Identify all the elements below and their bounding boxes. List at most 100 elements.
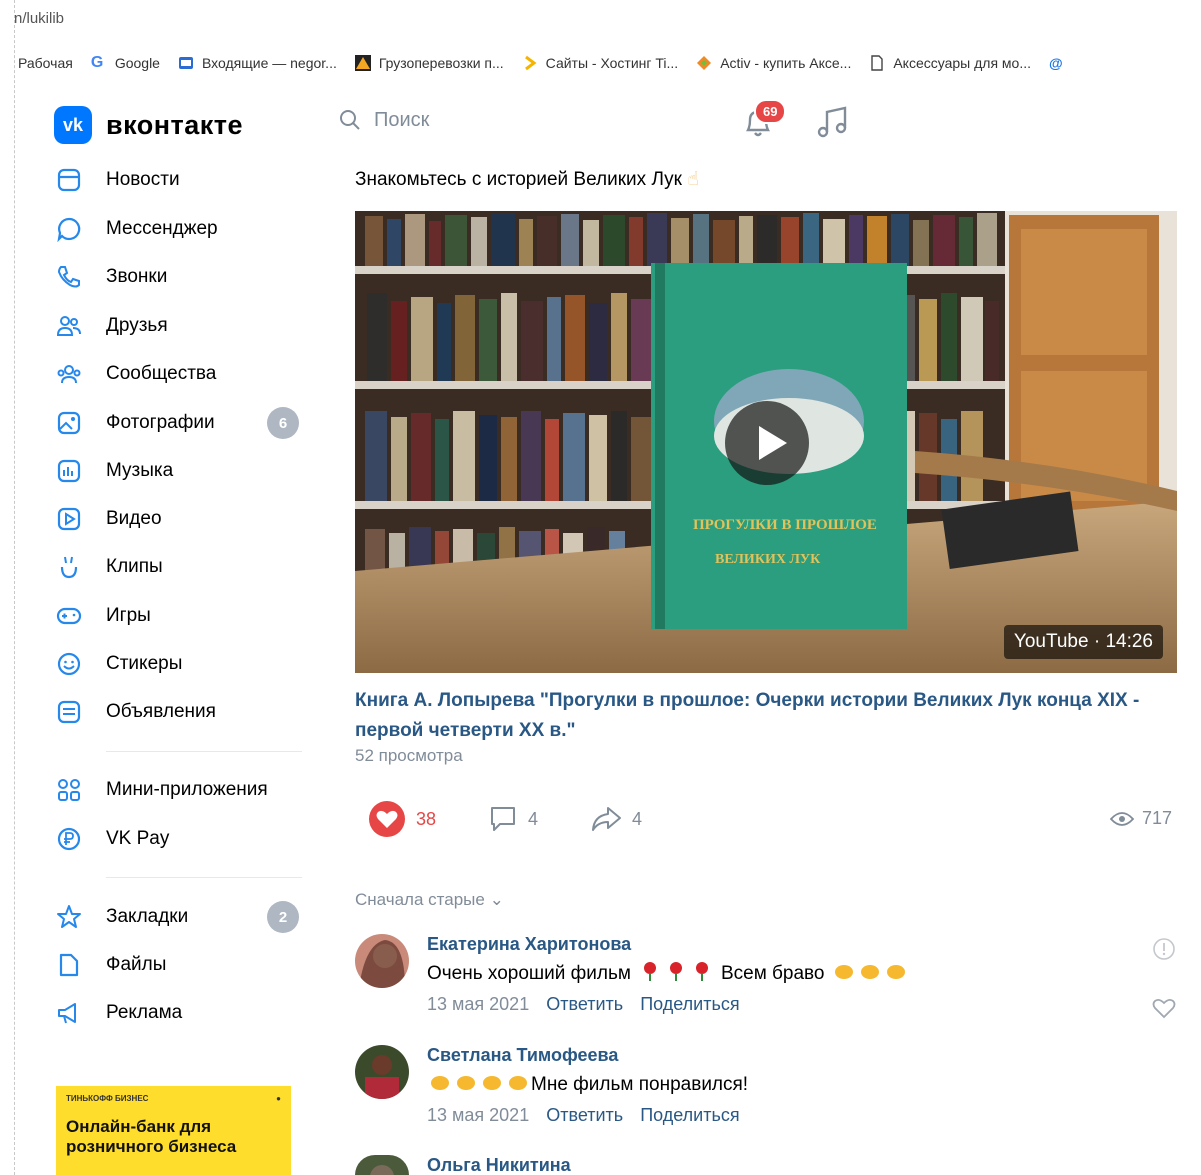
clips-icon xyxy=(54,552,84,582)
bookmark-label: Аксессуары для мо... xyxy=(893,55,1032,71)
rose-emoji-icon xyxy=(689,960,715,988)
play-icon xyxy=(759,426,787,460)
bookmark-more[interactable]: @ xyxy=(1049,55,1063,71)
megaphone-icon xyxy=(54,998,84,1028)
search-box[interactable]: Поиск xyxy=(338,108,429,132)
phone-icon xyxy=(54,262,84,292)
address-bar-text[interactable]: n/lukilib xyxy=(14,10,64,27)
comment-date: 13 мая 2021 xyxy=(427,994,530,1014)
sidebar-item-mini-apps[interactable]: Мини-приложения xyxy=(54,770,304,810)
comment-text: Очень хороший фильм Всем браво xyxy=(427,960,909,988)
like-count: 38 xyxy=(416,808,437,829)
music-note-icon[interactable] xyxy=(815,104,851,140)
sidebar-item-music[interactable]: Музыка xyxy=(54,451,304,491)
bookmark-mail[interactable]: Входящие — negor... xyxy=(178,55,337,71)
view-count: 717 xyxy=(1142,808,1173,828)
mail-icon xyxy=(178,57,193,69)
comment-author[interactable]: Ольга Никитина xyxy=(427,1155,571,1175)
bookmark-accessories[interactable]: Аксессуары для мо... xyxy=(869,55,1031,71)
sidebar-item-files[interactable]: Файлы xyxy=(54,945,304,985)
comment-author[interactable]: Екатерина Харитонова xyxy=(427,934,631,955)
bookmark-label: Входящие — negor... xyxy=(201,55,337,71)
like-button[interactable]: 38 xyxy=(368,800,436,838)
comment-text-part: Всем браво xyxy=(720,963,825,984)
vk-logo-mark: vk xyxy=(54,106,92,144)
heart-outline-icon[interactable] xyxy=(1152,997,1176,1019)
comment-count: 4 xyxy=(528,808,539,829)
google-icon: G xyxy=(90,54,104,71)
rose-emoji-icon xyxy=(663,960,689,988)
photo-icon xyxy=(54,408,84,438)
gamepad-icon xyxy=(54,601,84,631)
sidebar-item-vk-pay[interactable]: VK Pay xyxy=(54,819,304,859)
eye-icon xyxy=(1110,811,1134,826)
comments-sort-dropdown[interactable]: Сначала старые ⌄ xyxy=(355,890,504,910)
ad-marker-icon: ● xyxy=(276,1094,281,1103)
share-link[interactable]: Поделиться xyxy=(640,1105,739,1125)
comment-meta: 13 мая 2021 Ответить Поделиться xyxy=(427,1105,740,1126)
clap-emoji-icon xyxy=(479,1071,505,1099)
smile-icon xyxy=(54,649,84,679)
post-views: 717 xyxy=(1110,808,1172,829)
sidebar-item-clips[interactable]: Клипы xyxy=(54,547,304,587)
sidebar-item-communities[interactable]: Сообщества xyxy=(54,354,304,394)
sidebar-item-messenger[interactable]: Мессенджер xyxy=(54,209,304,249)
clap-emoji-icon xyxy=(453,1071,479,1099)
sidebar-item-label: Игры xyxy=(106,605,151,626)
pointing-hand-emoji-icon: ☝ xyxy=(687,169,699,190)
sidebar-item-label: Фотографии xyxy=(106,412,215,433)
sidebar-item-games[interactable]: Игры xyxy=(54,596,304,636)
sidebar-item-label: Друзья xyxy=(106,315,168,336)
video-title-link[interactable]: Книга А. Лопырева "Прогулки в прошлое: О… xyxy=(355,686,1175,746)
comment-author[interactable]: Светлана Тимофеева xyxy=(427,1045,618,1066)
post-actions: 38 4 4 xyxy=(368,800,694,838)
sidebar-item-friends[interactable]: Друзья xyxy=(54,306,304,346)
sidebar-item-calls[interactable]: Звонки xyxy=(54,257,304,297)
sidebar-item-label: Стикеры xyxy=(106,653,183,674)
triangle-logo-icon xyxy=(354,55,371,71)
sidebar-item-ads[interactable]: Реклама xyxy=(54,993,304,1033)
sidebar-item-label: Файлы xyxy=(106,954,167,975)
bookmark-activ[interactable]: Activ - купить Аксе... xyxy=(696,55,851,71)
search-placeholder: Поиск xyxy=(374,108,430,131)
sidebar-item-video[interactable]: Видео xyxy=(54,499,304,539)
share-link[interactable]: Поделиться xyxy=(640,994,739,1014)
bookmark-workspace[interactable]: Рабочая xyxy=(18,55,73,71)
sidebar-ad-banner[interactable]: ТИНЬКОФФ БИЗНЕС ● Онлайн-банк для розничн… xyxy=(56,1086,291,1175)
bookmark-cargo[interactable]: Грузоперевозки п... xyxy=(354,55,504,71)
video-player[interactable]: ПРОГУЛКИ В ПРОШЛОЕ ВЕЛИКИХ ЛУК YouTube ·… xyxy=(355,211,1177,673)
vkpay-icon xyxy=(54,824,84,854)
reply-link[interactable]: Ответить xyxy=(546,994,623,1014)
book-subtitle-text: ВЕЛИКИХ ЛУК xyxy=(715,552,821,567)
sidebar-item-news[interactable]: Новости xyxy=(54,160,304,200)
bookmark-hosting[interactable]: Сайты - Хостинг Ti... xyxy=(522,55,678,71)
notifications-badge: 69 xyxy=(754,99,787,124)
diamond-logo-icon xyxy=(697,56,712,70)
video-source-duration-badge: YouTube · 14:26 xyxy=(1003,625,1163,659)
bookmarks-bar: Рабочая G Google Входящие — negor... Гру… xyxy=(0,44,1201,82)
share-button[interactable]: 4 xyxy=(590,804,642,834)
sidebar-item-stickers[interactable]: Стикеры xyxy=(54,644,304,684)
vk-logo[interactable]: vk вконтакте xyxy=(54,106,243,144)
sidebar-item-label: Видео xyxy=(106,508,162,529)
search-icon xyxy=(340,110,360,130)
book-title-text: ПРОГУЛКИ В ПРОШЛОЕ xyxy=(693,517,877,533)
comment-button[interactable]: 4 xyxy=(488,804,538,834)
apps-icon xyxy=(54,775,84,805)
sidebar-item-bookmarks[interactable]: Закладки 2 xyxy=(54,897,304,937)
avatar[interactable] xyxy=(355,934,409,988)
file-icon xyxy=(54,950,84,980)
photos-count-badge: 6 xyxy=(267,407,299,439)
play-button[interactable] xyxy=(725,401,809,485)
sidebar-item-photos[interactable]: Фотографии 6 xyxy=(54,403,304,443)
sidebar-item-label: VK Pay xyxy=(106,828,170,849)
avatar[interactable] xyxy=(355,1155,409,1175)
comment-date: 13 мая 2021 xyxy=(427,1105,530,1125)
page-icon xyxy=(871,55,884,71)
reply-link[interactable]: Ответить xyxy=(546,1105,623,1125)
avatar[interactable] xyxy=(355,1045,409,1099)
sidebar-item-classifieds[interactable]: Объявления xyxy=(54,692,304,732)
report-icon[interactable] xyxy=(1152,937,1176,961)
bookmark-google[interactable]: G Google xyxy=(90,54,160,72)
chevron-logo-icon xyxy=(524,55,537,71)
